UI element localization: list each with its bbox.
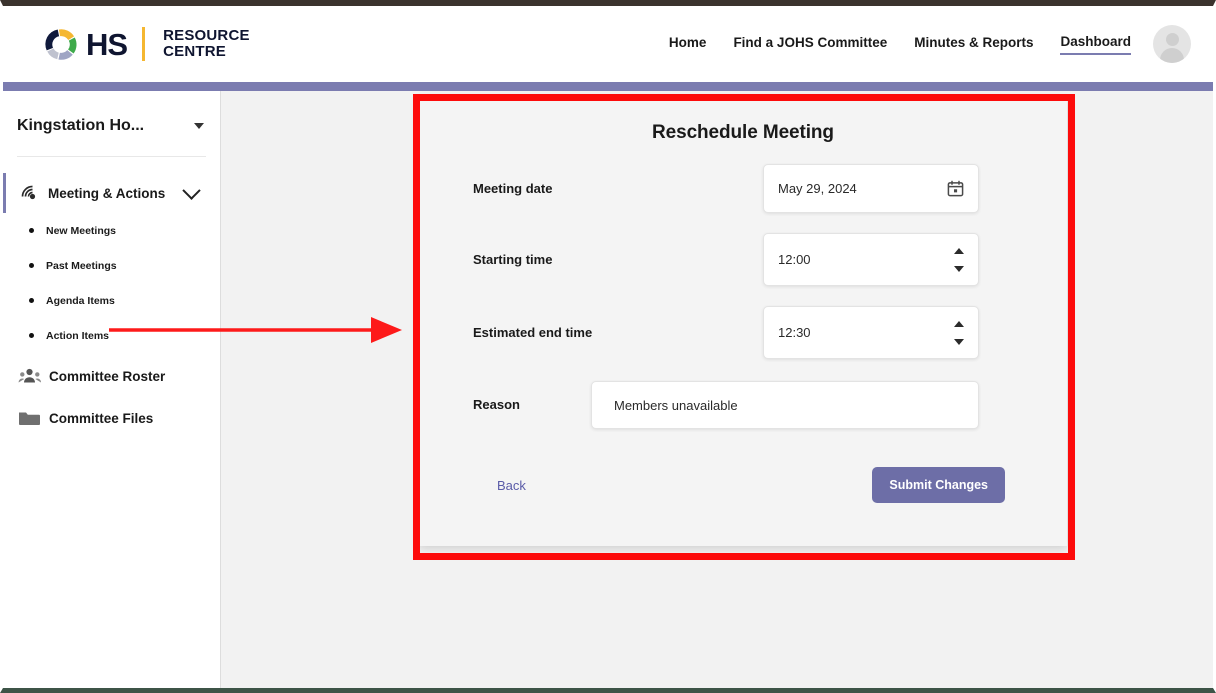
user-avatar-icon[interactable] <box>1153 25 1191 63</box>
folder-icon <box>18 409 42 427</box>
triangle-down-icon[interactable] <box>954 265 964 272</box>
bullet-icon <box>29 263 34 268</box>
sidebar-group-meeting-and-actions[interactable]: Meeting & Actions <box>3 173 220 213</box>
sidebar-item-new-meetings[interactable]: New Meetings <box>3 213 220 248</box>
starting-time-label: Starting time <box>473 252 553 267</box>
sidebar-item-action-items[interactable]: Action Items <box>3 318 220 353</box>
avatar-head <box>1165 33 1179 46</box>
form-actions: Back Submit Changes <box>419 467 1067 503</box>
sidebar-group-label: Meeting & Actions <box>48 185 166 201</box>
nav-link-dashboard[interactable]: Dashboard <box>1060 34 1131 55</box>
reason-label: Reason <box>473 397 520 412</box>
header-accent-band <box>3 82 1213 91</box>
form-row-meeting-date: Meeting date May 29, 2024 <box>419 164 1067 213</box>
submit-changes-button[interactable]: Submit Changes <box>872 467 1005 503</box>
form-row-reason: Reason Members unavailable <box>419 381 1067 429</box>
sidebar-item-label: Committee Files <box>49 410 154 426</box>
reschedule-meeting-card: Reschedule Meeting Meeting date May 29, … <box>419 98 1067 546</box>
meeting-date-label: Meeting date <box>473 181 553 196</box>
logo-mark: HS <box>86 26 128 62</box>
main-navigation: Home Find a JOHS Committee Minutes & Rep… <box>669 34 1131 55</box>
page-body: Kingstation Ho... Meeting & Actions New … <box>3 91 1213 688</box>
sidebar-item-label: Past Meetings <box>46 259 117 272</box>
logo-word-line1: RESOURCE <box>163 26 250 44</box>
chevron-down-icon[interactable] <box>182 180 201 200</box>
meeting-date-input[interactable]: May 29, 2024 <box>763 164 979 213</box>
reason-value: Members unavailable <box>614 397 738 413</box>
back-link[interactable]: Back <box>497 478 526 493</box>
sidebar-divider <box>17 156 206 157</box>
browser-viewport: HS RESOURCE CENTRE Home Find a JOHS Comm… <box>0 0 1216 693</box>
meeting-actions-icon <box>18 184 40 202</box>
avatar-body <box>1160 48 1184 63</box>
page-title: Reschedule Meeting <box>652 122 834 143</box>
sidebar-item-committee-files[interactable]: Committee Files <box>3 399 220 437</box>
meeting-date-value: May 29, 2024 <box>778 181 857 196</box>
sidebar-item-committee-roster[interactable]: Committee Roster <box>3 357 220 395</box>
org-selector[interactable]: Kingstation Ho... <box>3 109 220 143</box>
site-header: HS RESOURCE CENTRE Home Find a JOHS Comm… <box>3 6 1213 82</box>
starting-time-input[interactable]: 12:00 <box>763 233 979 286</box>
bullet-icon <box>29 333 34 338</box>
sidebar-item-label: New Meetings <box>46 224 117 237</box>
org-name-label: Kingstation Ho... <box>17 117 145 134</box>
form-row-estimated-end-time: Estimated end time 12:30 <box>419 306 1067 359</box>
bullet-icon <box>29 298 34 303</box>
triangle-up-icon[interactable] <box>954 247 964 254</box>
sidebar-item-past-meetings[interactable]: Past Meetings <box>3 248 220 283</box>
estimated-end-time-stepper[interactable] <box>954 320 964 345</box>
sidebar-item-agenda-items[interactable]: Agenda Items <box>3 283 220 318</box>
estimated-end-time-input[interactable]: 12:30 <box>763 306 979 359</box>
brand-logo[interactable]: HS RESOURCE CENTRE <box>43 26 250 63</box>
sidebar-item-label: Action Items <box>46 329 110 342</box>
nav-link-find-a-johs-committee[interactable]: Find a JOHS Committee <box>733 35 887 54</box>
logo-divider <box>142 27 146 61</box>
form-row-starting-time: Starting time 12:00 <box>419 233 1067 286</box>
ohs-ring-icon <box>43 26 80 63</box>
estimated-end-time-value: 12:30 <box>778 325 811 340</box>
triangle-up-icon[interactable] <box>954 320 964 327</box>
logo-wordmark: RESOURCE CENTRE <box>163 26 250 60</box>
nav-link-minutes-and-reports[interactable]: Minutes & Reports <box>914 35 1033 54</box>
reason-input[interactable]: Members unavailable <box>591 381 979 429</box>
people-group-icon <box>18 367 42 385</box>
estimated-end-time-label: Estimated end time <box>473 325 593 340</box>
bullet-icon <box>29 228 34 233</box>
sidebar: Kingstation Ho... Meeting & Actions New … <box>3 91 221 688</box>
main-content: Reschedule Meeting Meeting date May 29, … <box>221 91 1213 688</box>
sidebar-item-label: Committee Roster <box>49 368 166 384</box>
logo-word-line2: CENTRE <box>163 43 226 60</box>
nav-link-home[interactable]: Home <box>669 35 707 54</box>
calendar-icon[interactable] <box>947 180 964 197</box>
triangle-down-icon[interactable] <box>954 338 964 345</box>
sidebar-item-label: Agenda Items <box>46 294 115 307</box>
caret-down-icon <box>194 123 204 129</box>
starting-time-value: 12:00 <box>778 252 811 267</box>
starting-time-stepper[interactable] <box>954 247 964 272</box>
